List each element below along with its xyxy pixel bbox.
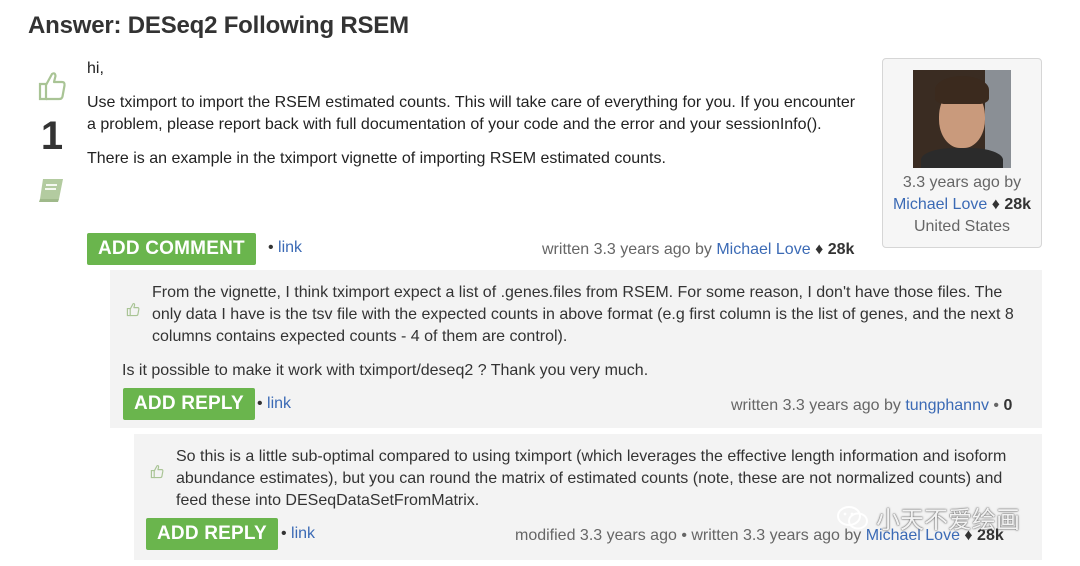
bookmark-icon[interactable] — [37, 176, 67, 204]
vote-count: 1 — [40, 114, 64, 158]
answer-meta: written 3.3 years ago by Michael Love ♦ … — [542, 241, 854, 259]
bullet: • — [993, 397, 1000, 414]
user-card-name-line: Michael Love ♦ 28k — [883, 194, 1041, 216]
answer-author-rep: 28k — [827, 241, 855, 258]
comment-1-link-group: • link — [257, 395, 292, 412]
vote-column: 1 — [30, 66, 74, 204]
comment-1-meta-prefix: written 3.3 years ago by — [731, 397, 901, 414]
comment-1-author-rep: 0 — [1003, 397, 1013, 414]
user-card: 3.3 years ago by Michael Love ♦ 28k Unit… — [882, 58, 1042, 248]
answer-paragraph: hi, — [87, 60, 104, 77]
answer-body: hi, Use tximport to import the RSEM esti… — [87, 58, 857, 182]
answer-author-link[interactable]: Michael Love — [716, 241, 810, 258]
comment-vote-icon[interactable] — [126, 302, 140, 317]
user-card-location: United States — [913, 218, 1011, 235]
comment-vote-icon[interactable] — [150, 464, 164, 479]
comment-1-text: From the vignette, I think tximport expe… — [152, 284, 1014, 345]
answer-link-group: • link — [268, 239, 303, 256]
answer-meta-prefix: written 3.3 years ago by — [542, 241, 712, 258]
comment-1-meta: written 3.3 years ago by tungphannv • 0 — [731, 397, 1012, 415]
comment-1-author-link[interactable]: tungphannv — [905, 397, 989, 414]
avatar[interactable] — [913, 70, 1011, 168]
add-comment-button[interactable]: ADD COMMENT — [87, 233, 256, 265]
comment-2-permalink[interactable]: link — [291, 525, 315, 542]
comment-2-link-group: • link — [281, 525, 316, 542]
diamond-icon: ♦ — [815, 241, 824, 258]
watermark: 小天不爱绘画 — [836, 500, 1020, 535]
user-card-rep: 28k — [1004, 196, 1032, 213]
user-card-age: 3.3 years ago by — [902, 174, 1022, 191]
add-reply-button[interactable]: ADD REPLY — [123, 388, 255, 420]
answer-paragraph: Use tximport to import the RSEM estimate… — [87, 94, 856, 133]
answer-paragraph: There is an example in the tximport vign… — [87, 150, 666, 167]
user-card-name-link[interactable]: Michael Love — [893, 196, 987, 213]
page-title: Answer: DESeq2 Following RSEM — [28, 12, 409, 39]
thumbs-up-icon[interactable] — [37, 70, 67, 102]
comment-1-text-2: Is it possible to make it work with txim… — [122, 362, 649, 379]
diamond-icon: ♦ — [991, 196, 1000, 213]
add-reply-button[interactable]: ADD REPLY — [146, 518, 278, 550]
answer-permalink[interactable]: link — [278, 239, 302, 256]
comment-1-permalink[interactable]: link — [267, 395, 291, 412]
watermark-text: 小天不爱绘画 — [876, 506, 1020, 534]
wechat-icon — [837, 505, 868, 529]
comment-2-meta-prefix: modified 3.3 years ago • written 3.3 yea… — [515, 527, 862, 544]
